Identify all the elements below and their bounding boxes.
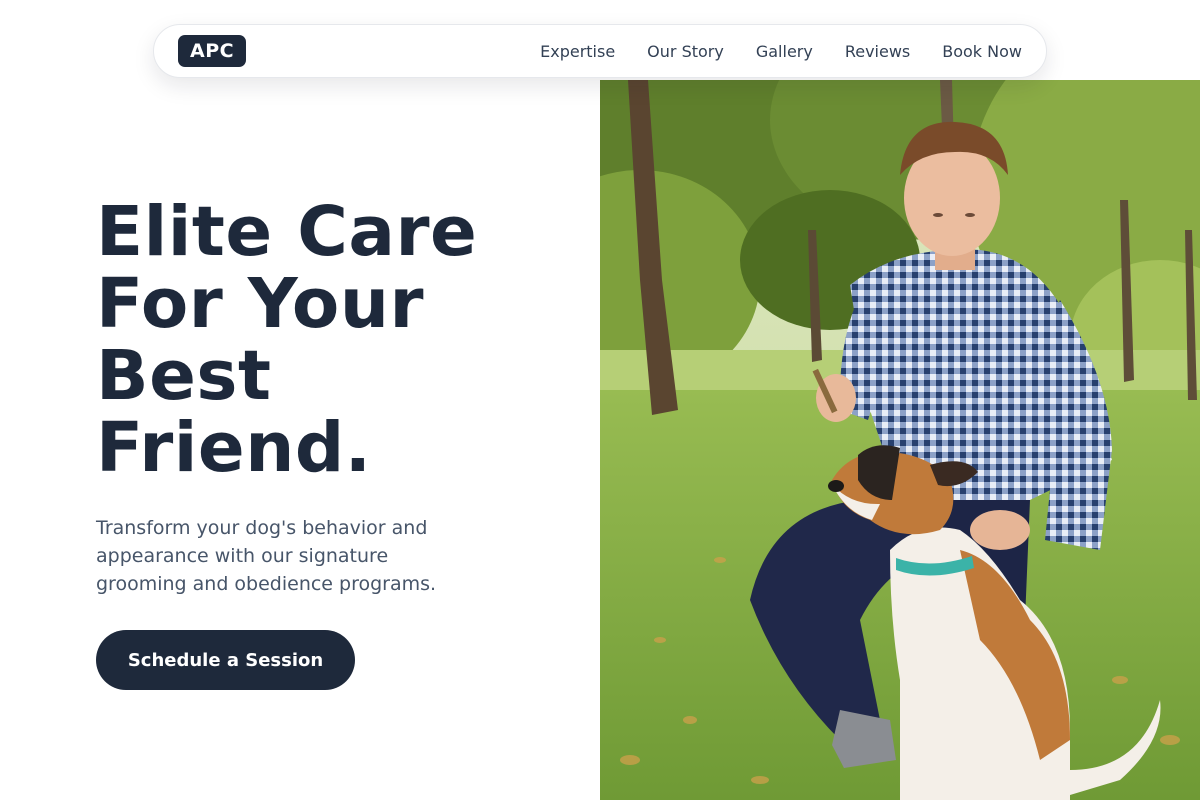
nav-links: Expertise Our Story Gallery Reviews Book… <box>540 42 1022 61</box>
hero-title-line-2: For Your <box>96 264 424 344</box>
nav-link-reviews[interactable]: Reviews <box>845 42 910 61</box>
site-logo[interactable]: APC <box>178 35 247 67</box>
hero-subtitle: Transform your dog's behavior and appear… <box>96 517 437 595</box>
hero-image-illustration <box>600 80 1200 800</box>
hero-title: Elite Care For Your Best Friend. <box>96 196 576 484</box>
schedule-session-button[interactable]: Schedule a Session <box>96 630 355 690</box>
hero-title-line-3: Best <box>96 336 272 416</box>
nav-link-expertise[interactable]: Expertise <box>540 42 615 61</box>
top-navbar: APC Expertise Our Story Gallery Reviews … <box>153 24 1047 78</box>
hero-title-line-4: Friend. <box>96 408 372 488</box>
nav-link-our-story[interactable]: Our Story <box>647 42 724 61</box>
nav-link-book-now[interactable]: Book Now <box>942 42 1022 61</box>
hero-image <box>600 80 1200 800</box>
hero-content: Elite Care For Your Best Friend. Transfo… <box>96 196 576 690</box>
hero-title-line-1: Elite Care <box>96 192 478 272</box>
nav-link-gallery[interactable]: Gallery <box>756 42 813 61</box>
landing-page: APC Expertise Our Story Gallery Reviews … <box>0 0 1200 800</box>
